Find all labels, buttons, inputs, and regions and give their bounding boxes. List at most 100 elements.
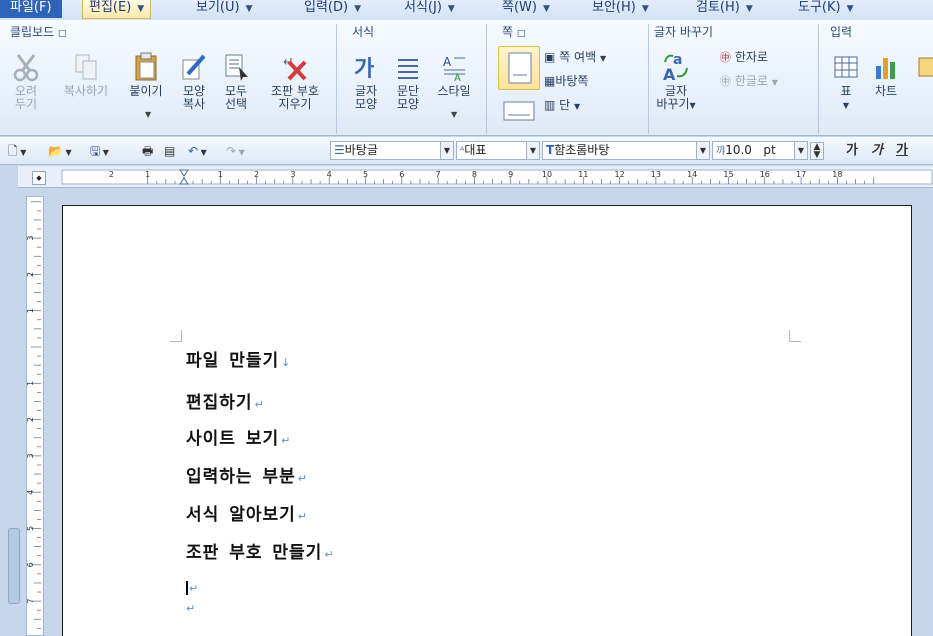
page-margin-button[interactable]: ▣ 쪽 여백 ▼ (544, 48, 606, 66)
preview-button[interactable]: ▤ (164, 142, 175, 160)
char-convert-button[interactable]: aA 글자 바꾸기▼ (652, 50, 700, 112)
save-button[interactable]: 🖫 ▼ (90, 142, 109, 160)
select-all-label-2: 선택 (224, 97, 248, 111)
copy-button[interactable]: 복사하기 (56, 52, 116, 98)
font-select[interactable]: T함초롬바탕 ▼ (542, 141, 710, 160)
style-select-value: 바탕글 (344, 143, 378, 157)
font-size-select[interactable]: 꺄10.0 pt ▼ (712, 141, 808, 160)
margin-corner-top-left (170, 330, 182, 342)
ruler-number: 7 (436, 170, 441, 179)
language-select[interactable]: ᴬ대표 ▼ (456, 141, 540, 160)
group-title-convert: 글자 바꾸기 (654, 25, 714, 39)
style-button[interactable]: AA 스타일 (430, 52, 478, 98)
underline-button[interactable]: 가 (896, 142, 908, 160)
paragraph[interactable]: 조판 부호 만들기 ↵ (186, 538, 335, 563)
side-panel-toggle[interactable] (8, 528, 20, 604)
ruler-number: 11 (578, 170, 588, 179)
menu-insert[interactable]: 입력(D) ▼ (298, 0, 367, 18)
paragraph-text: 편집하기 (186, 393, 253, 413)
paragraph[interactable]: 사이트 보기 ↵ (186, 424, 291, 449)
ruler-number: 5 (363, 170, 368, 179)
ruler-number: 4 (327, 170, 332, 179)
ruler-number: 2 (27, 417, 35, 422)
text-cursor (186, 581, 188, 595)
ruler-number: 17 (796, 170, 806, 179)
font-size-stepper[interactable]: ▲ ▼ (810, 142, 824, 160)
page-setup-button[interactable] (498, 46, 540, 90)
clear-marks-button[interactable]: ↵ 조판 부호 지우기 (260, 52, 330, 111)
chevron-down-icon: ▼ (542, 4, 550, 14)
vertical-ruler[interactable]: 3 2 1 1 2 3 4 5 6 7 (26, 196, 44, 636)
select-all-button[interactable]: 모두 선택 (218, 52, 254, 111)
font-size-value: 10.0 (725, 143, 752, 157)
menu-bar: 파일(F) 편집(E) ▼ 보기(U) ▼ 입력(D) ▼ 서식(J) ▼ 쪽(W) ▼ … (0, 0, 933, 20)
para-shape-icon (398, 59, 418, 79)
menu-format[interactable]: 서식(J) ▼ (398, 0, 461, 18)
paragraph[interactable]: 입력하는 부분 ↵ (186, 462, 308, 487)
print-icon: 🖶 (142, 144, 154, 158)
menu-tools[interactable]: 도구(K) ▼ (792, 0, 860, 18)
table-button[interactable]: 표 ▼ (828, 52, 864, 112)
tab-type-selector[interactable]: ◆ (32, 171, 46, 185)
line-break-mark: ↓ (281, 356, 292, 369)
menu-view[interactable]: 보기(U) ▼ (190, 0, 259, 18)
paragraph[interactable]: 파일 만들기 ↓ (186, 346, 291, 371)
hwp-window: 파일(F) 편집(E) ▼ 보기(U) ▼ 입력(D) ▼ 서식(J) ▼ 쪽(W) ▼ … (0, 0, 933, 636)
redo-icon: ↷ (226, 144, 237, 158)
undo-button[interactable]: ↶ ▼ (188, 142, 207, 160)
new-doc-button[interactable]: 🗋 ▼ (8, 142, 26, 160)
paste-button[interactable]: 붙이기 (124, 52, 168, 98)
menu-review-label: 검토(H) (696, 0, 740, 15)
char-shape-icon: 가 (354, 57, 374, 82)
chevron-down-icon: ▼ (245, 4, 253, 14)
ruler-number: 1 (27, 381, 35, 386)
to-hangul-label: 한글로 (734, 74, 768, 88)
menu-page[interactable]: 쪽(W) ▼ (496, 0, 556, 18)
italic-button[interactable]: 가 (871, 142, 883, 160)
menu-review[interactable]: 검토(H) ▼ (690, 0, 759, 18)
chevron-down-icon: ▼ (794, 142, 807, 159)
para-shape-button[interactable]: 문단 모양 (388, 52, 428, 111)
ruler-number: 1 (218, 170, 223, 179)
table-label: 표 (840, 84, 852, 98)
paragraph[interactable]: 편집하기 ↵ (186, 388, 265, 413)
paragraph-text: 서식 알아보기 (186, 505, 296, 525)
bold-button[interactable]: 가 (846, 142, 858, 160)
menu-file[interactable]: 파일(F) (0, 0, 62, 18)
menu-insert-label: 입력(D) (304, 0, 349, 15)
paragraph[interactable]: 서식 알아보기 ↵ (186, 500, 308, 525)
format-toolbar: 🗋 ▼ 📂 ▼ 🖫 ▼ 🖶 ▤ ↶ ▼ ↷ ▼ ☰바탕글 ▼ ᴬ대표 ▼ T함초롬바… (0, 137, 933, 165)
chevron-down-icon: ▼ (846, 4, 854, 14)
chart-button[interactable]: 차트 (866, 52, 906, 98)
menu-file-label: 파일(F) (10, 0, 52, 15)
format-copy-button[interactable]: 모양 복사 (176, 52, 212, 111)
background-page-button[interactable]: ▦바탕쪽 (544, 72, 588, 90)
page-margin-icon: ▣ (544, 50, 556, 64)
to-hanja-button[interactable]: ㊥ 한자로 (720, 48, 768, 66)
char-convert-label-2: 바꾸기 (656, 97, 690, 111)
columns-button[interactable]: ▥ 단 ▼ (544, 96, 580, 114)
chevron-down-icon: ▼ (526, 142, 539, 159)
menu-security[interactable]: 보안(H) ▼ (586, 0, 655, 18)
table-icon (834, 56, 858, 78)
page-orientation-button[interactable] (498, 98, 540, 124)
char-shape-button[interactable]: 가 글자 모양 (346, 52, 386, 111)
paste-dropdown-arrow[interactable]: ▼ (145, 110, 151, 119)
ruler-number: 18 (832, 170, 842, 179)
document-page[interactable] (62, 205, 912, 636)
style-select-icon: ☰ (334, 143, 345, 157)
new-doc-icon: 🗋 (8, 144, 18, 158)
ruler-number: 16 (760, 170, 770, 179)
ribbon-separator (486, 24, 487, 134)
cut-button[interactable]: 오려 두기 (8, 52, 44, 111)
horizontal-ruler[interactable]: 2 1 1 2 3 4 5 6 7 8 9 10 11 12 13 14 15 16 17 18 (18, 166, 933, 188)
paragraph-mark: ↵ (297, 472, 308, 485)
style-dropdown-arrow[interactable]: ▼ (451, 110, 457, 119)
more-insert-button[interactable] (912, 52, 933, 85)
open-button[interactable]: 📂 ▼ (48, 142, 72, 160)
menu-edit[interactable]: 편집(E) ▼ (82, 0, 152, 19)
redo-button[interactable]: ↷ ▼ (226, 142, 245, 160)
style-select[interactable]: ☰바탕글 ▼ (330, 141, 454, 160)
print-button[interactable]: 🖶 (142, 142, 153, 160)
to-hangul-button[interactable]: ㊥ 한글로 ▼ (720, 72, 778, 90)
